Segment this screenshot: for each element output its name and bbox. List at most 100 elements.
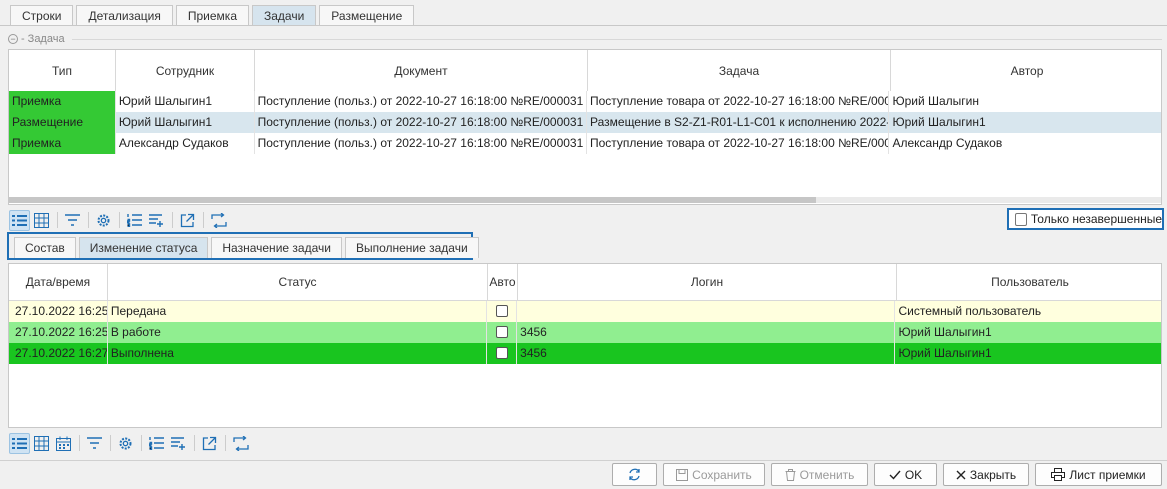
table-row[interactable]: Приемка Юрий Шалыгин1 Поступление (польз… bbox=[9, 91, 1161, 112]
tab-placement[interactable]: Размещение bbox=[319, 5, 415, 26]
settings-gear-icon[interactable] bbox=[93, 210, 114, 231]
col-user[interactable]: Пользователь bbox=[897, 264, 1161, 300]
table-row[interactable]: 27.10.2022 16:25 Передана Системный поль… bbox=[9, 301, 1161, 322]
section-title-prefix: - bbox=[21, 33, 25, 45]
export-icon[interactable] bbox=[199, 433, 220, 454]
cancel-label: Отменить bbox=[799, 467, 855, 482]
only-unfinished-label: Только незавершенные bbox=[1030, 212, 1162, 226]
cell-user: Системный пользователь bbox=[898, 304, 1042, 318]
add-row-icon[interactable] bbox=[146, 210, 167, 231]
sync-icon[interactable] bbox=[208, 210, 229, 231]
status-grid-header: Дата/время Статус Авто Логин Пользовател… bbox=[9, 264, 1161, 301]
toolbar-separator bbox=[203, 212, 204, 228]
toolbar-separator bbox=[141, 435, 142, 451]
cell-datetime: 27.10.2022 16:25 bbox=[9, 322, 108, 343]
subtab-task-execution[interactable]: Выполнение задачи bbox=[344, 237, 479, 258]
toolbar-separator bbox=[88, 212, 89, 228]
col-document[interactable]: Документ bbox=[255, 50, 588, 91]
col-auto[interactable]: Авто bbox=[488, 264, 518, 300]
toolbar-separator bbox=[79, 435, 80, 451]
cell-type: Приемка bbox=[9, 133, 116, 154]
trash-icon bbox=[785, 468, 796, 481]
table-row[interactable]: Приемка Александр Судаков Поступление (п… bbox=[9, 133, 1161, 154]
subtab-status-change[interactable]: Изменение статуса bbox=[78, 237, 209, 258]
cell-login: 3456 bbox=[517, 322, 896, 343]
subtab-task-assignment[interactable]: Назначение задачи bbox=[211, 237, 342, 258]
tab-receipt[interactable]: Приемка bbox=[175, 5, 249, 26]
only-unfinished-checkbox[interactable] bbox=[1015, 212, 1027, 226]
scrollbar-thumb[interactable] bbox=[9, 197, 816, 203]
footer-divider bbox=[0, 460, 1167, 461]
settings-gear-icon[interactable] bbox=[115, 433, 136, 454]
numbered-list-icon[interactable] bbox=[146, 433, 167, 454]
close-button[interactable]: Закрыть bbox=[943, 463, 1029, 486]
subtab-composition[interactable]: Состав bbox=[14, 237, 76, 258]
toolbar-separator bbox=[172, 212, 173, 228]
status-toolbar bbox=[9, 432, 252, 454]
col-type[interactable]: Тип bbox=[9, 50, 116, 91]
list-view-icon[interactable] bbox=[9, 432, 30, 454]
filter-icon[interactable] bbox=[84, 433, 105, 454]
receipt-sheet-button[interactable]: Лист приемки bbox=[1035, 463, 1162, 486]
only-unfinished-filter[interactable]: Только незавершенные bbox=[1007, 208, 1164, 230]
tabs-divider bbox=[0, 25, 1167, 26]
tab-details[interactable]: Детализация bbox=[76, 5, 173, 26]
cell-status: Выполнена bbox=[108, 343, 488, 364]
cell-type: Приемка bbox=[9, 91, 116, 112]
table-row[interactable]: 27.10.2022 16:27 Выполнена 3456 Юрий Шал… bbox=[9, 343, 1161, 364]
save-icon bbox=[676, 468, 689, 481]
cell-document: Поступление (польз.) от 2022-10-27 16:18… bbox=[255, 133, 587, 154]
ok-button[interactable]: OK bbox=[874, 463, 937, 486]
cell-author: Юрий Шалыгин1 bbox=[892, 115, 986, 129]
collapse-icon[interactable]: − bbox=[8, 34, 18, 44]
cell-auto bbox=[487, 343, 518, 364]
col-task[interactable]: Задача bbox=[588, 50, 891, 91]
add-row-icon[interactable] bbox=[168, 433, 189, 454]
calendar-icon[interactable] bbox=[53, 433, 74, 454]
col-login[interactable]: Логин bbox=[518, 264, 897, 300]
printer-icon bbox=[1051, 468, 1066, 481]
cell-status: В работе bbox=[108, 322, 488, 343]
tasks-horizontal-scrollbar[interactable] bbox=[9, 197, 1161, 203]
tab-tasks[interactable]: Задачи bbox=[252, 5, 317, 26]
cell-document: Поступление (польз.) от 2022-10-27 16:18… bbox=[255, 112, 587, 133]
numbered-list-icon[interactable] bbox=[124, 210, 145, 231]
top-tabs: Строки Детализация Приемка Задачи Размещ… bbox=[10, 5, 417, 26]
cell-author: Александр Судаков bbox=[892, 136, 1003, 150]
cancel-button[interactable]: Отменить bbox=[771, 463, 868, 486]
auto-checkbox[interactable] bbox=[495, 305, 508, 317]
save-button[interactable]: Сохранить bbox=[663, 463, 765, 486]
check-icon bbox=[889, 470, 901, 480]
list-view-icon[interactable] bbox=[9, 209, 30, 231]
section-header[interactable]: − - Задача bbox=[8, 32, 65, 46]
cell-auto bbox=[487, 301, 518, 322]
cell-user: Юрий Шалыгин1 bbox=[898, 325, 992, 339]
cell-task: Размещение в S2-Z1-R01-L1-C01 к исполнен… bbox=[587, 112, 890, 133]
refresh-button[interactable] bbox=[612, 463, 657, 486]
grid-view-icon[interactable] bbox=[31, 433, 52, 454]
col-author[interactable]: Автор bbox=[891, 50, 1161, 91]
refresh-icon bbox=[628, 468, 641, 481]
auto-checkbox[interactable] bbox=[495, 326, 508, 338]
cell-employee: Юрий Шалыгин1 bbox=[116, 91, 255, 112]
col-employee[interactable]: Сотрудник bbox=[116, 50, 255, 91]
export-icon[interactable] bbox=[177, 210, 198, 231]
sync-icon[interactable] bbox=[230, 433, 251, 454]
auto-checkbox[interactable] bbox=[495, 347, 508, 359]
status-grid: Дата/время Статус Авто Логин Пользовател… bbox=[8, 263, 1162, 428]
cell-login bbox=[517, 301, 896, 322]
col-datetime[interactable]: Дата/время bbox=[9, 264, 108, 300]
save-label: Сохранить bbox=[692, 467, 752, 482]
cell-author: Юрий Шалыгин bbox=[892, 94, 980, 108]
tasks-toolbar bbox=[9, 209, 230, 231]
filter-icon[interactable] bbox=[62, 210, 83, 231]
cell-datetime: 27.10.2022 16:27 bbox=[9, 343, 108, 364]
tab-rows[interactable]: Строки bbox=[10, 5, 74, 26]
col-status[interactable]: Статус bbox=[108, 264, 488, 300]
table-row[interactable]: 27.10.2022 16:25 В работе 3456 Юрий Шалы… bbox=[9, 322, 1161, 343]
grid-view-icon[interactable] bbox=[31, 210, 52, 231]
cell-employee: Александр Судаков bbox=[116, 133, 255, 154]
table-row-selected[interactable]: Размещение Юрий Шалыгин1 Поступление (по… bbox=[9, 112, 1161, 133]
subtabs: Состав Изменение статуса Назначение зада… bbox=[7, 232, 479, 260]
toolbar-separator bbox=[194, 435, 195, 451]
